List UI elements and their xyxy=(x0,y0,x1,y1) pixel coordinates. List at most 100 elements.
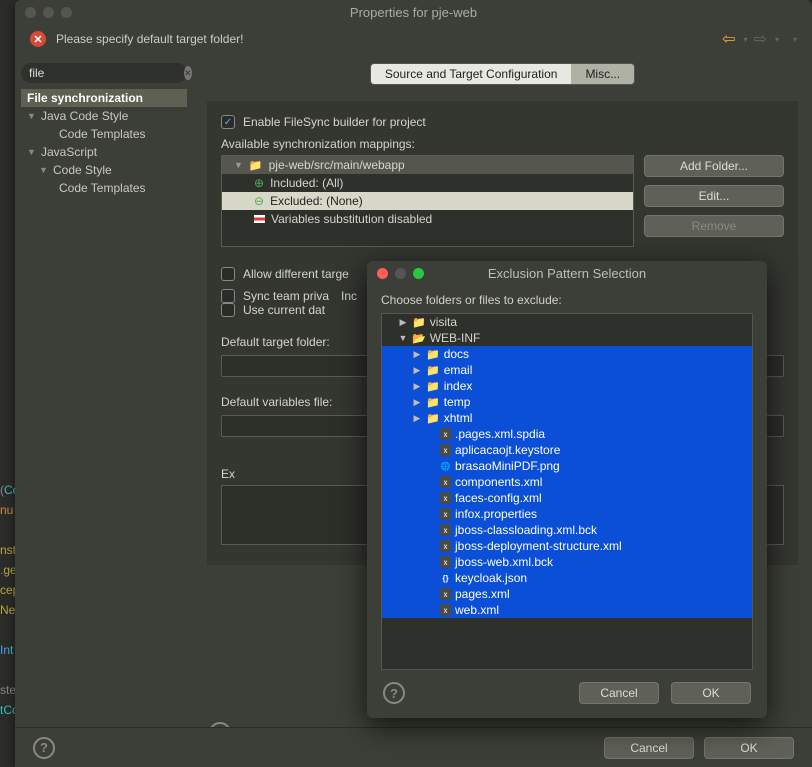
xml-file-icon: x xyxy=(440,476,451,488)
ok-button[interactable]: OK xyxy=(671,682,751,704)
enable-filesync-row[interactable]: Enable FileSync builder for project xyxy=(221,115,784,129)
tree-file[interactable]: xjboss-web.xml.bck xyxy=(382,554,752,570)
avail-label: Available synchronization mappings: xyxy=(221,137,784,151)
exclude-icon: ⊖ xyxy=(254,194,264,208)
folder-icon: 📁 xyxy=(426,348,440,361)
mapping-included[interactable]: ⊕ Included: (All) xyxy=(222,174,633,192)
tab-source-target[interactable]: Source and Target Configuration xyxy=(371,64,572,84)
folder-icon: 📁 xyxy=(426,380,440,393)
json-file-icon: {} xyxy=(440,572,451,584)
ok-button[interactable]: OK xyxy=(704,737,794,759)
header-row: ✕ Please specify default target folder! … xyxy=(15,24,812,63)
xml-file-icon: x xyxy=(440,524,451,536)
folder-icon: 📁 xyxy=(426,364,440,377)
chevron-right-icon: ▶ xyxy=(412,365,422,376)
cancel-button[interactable]: Cancel xyxy=(604,737,694,759)
main-footer: ? Cancel OK xyxy=(15,727,812,767)
filter-input[interactable] xyxy=(29,66,184,80)
file-tree[interactable]: ▶ 📁 visita ▼ 📂 WEB-INF ▶📁docs▶📁email▶📁in… xyxy=(381,313,753,670)
mapping-list[interactable]: ▼ 📁 pje-web/src/main/webapp ⊕ Included: … xyxy=(221,155,634,247)
dialog-subtitle: Choose folders or files to exclude: xyxy=(381,293,753,307)
tree-item-code-templates[interactable]: Code Templates xyxy=(21,125,187,143)
tree-folder-visita[interactable]: ▶ 📁 visita xyxy=(382,314,752,330)
tree-file[interactable]: xjboss-deployment-structure.xml xyxy=(382,538,752,554)
filter-wrap: ✕ xyxy=(21,63,187,83)
dialog-footer: ? Cancel OK xyxy=(367,670,767,718)
edit-button[interactable]: Edit... xyxy=(644,185,784,207)
remove-button[interactable]: Remove xyxy=(644,215,784,237)
mapping-excluded[interactable]: ⊖ Excluded: (None) xyxy=(222,192,633,210)
enable-filesync-checkbox[interactable] xyxy=(221,115,235,129)
use-current-checkbox[interactable] xyxy=(221,303,235,317)
chevron-right-icon: ▶ xyxy=(398,317,408,328)
tree-file[interactable]: xweb.xml xyxy=(382,602,752,618)
image-file-icon: 🌐 xyxy=(440,460,451,472)
enable-filesync-label: Enable FileSync builder for project xyxy=(243,115,426,129)
window-title: Properties for pje-web xyxy=(15,5,812,20)
tree-folder[interactable]: ▶📁temp xyxy=(382,394,752,410)
back-dropdown-icon[interactable]: ▾ xyxy=(744,35,748,44)
include-icon: ⊕ xyxy=(254,176,264,190)
clear-filter-icon[interactable]: ✕ xyxy=(184,66,192,80)
allow-different-checkbox[interactable] xyxy=(221,267,235,281)
variables-icon xyxy=(254,215,265,223)
mapping-root[interactable]: ▼ 📁 pje-web/src/main/webapp xyxy=(222,156,633,174)
dialog-title: Exclusion Pattern Selection xyxy=(367,266,767,281)
folder-icon: 📁 xyxy=(426,396,440,409)
chevron-right-icon: ▶ xyxy=(412,349,422,360)
xml-file-icon: x xyxy=(440,508,451,520)
help-icon[interactable]: ? xyxy=(33,737,55,759)
folder-icon: 📁 xyxy=(249,159,263,172)
folder-icon: 📂 xyxy=(412,332,426,345)
tree-folder-webinf[interactable]: ▼ 📂 WEB-INF xyxy=(382,330,752,346)
forward-arrow-icon: ⇨ xyxy=(754,29,767,49)
chevron-right-icon: ▶ xyxy=(412,397,422,408)
chevron-down-icon: ▼ xyxy=(27,147,37,157)
tree-folder[interactable]: ▶📁index xyxy=(382,378,752,394)
xml-file-icon: x xyxy=(440,492,451,504)
category-tree: File synchronization ▼Java Code Style Co… xyxy=(21,89,187,197)
tree-file[interactable]: xaplicacaojt.keystore xyxy=(382,442,752,458)
tree-file[interactable]: xjboss-classloading.xml.bck xyxy=(382,522,752,538)
chevron-right-icon: ▶ xyxy=(412,413,422,424)
tree-item-file-sync[interactable]: File synchronization xyxy=(21,89,187,107)
tree-file[interactable]: xcomponents.xml xyxy=(382,474,752,490)
tree-item-javascript[interactable]: ▼JavaScript xyxy=(21,143,187,161)
tree-file[interactable]: xfaces-config.xml xyxy=(382,490,752,506)
sync-team-checkbox[interactable] xyxy=(221,289,235,303)
xml-file-icon: x xyxy=(440,588,451,600)
view-menu-icon[interactable]: ▾ xyxy=(793,35,797,44)
folder-icon: 📁 xyxy=(426,412,440,425)
tree-file[interactable]: xpages.xml xyxy=(382,586,752,602)
tree-folder[interactable]: ▶📁email xyxy=(382,362,752,378)
tree-folder[interactable]: ▶📁xhtml xyxy=(382,410,752,426)
error-icon: ✕ xyxy=(30,31,46,47)
nav-arrows: ⇦ ▾ ⇨ ▾ ▾ xyxy=(722,29,797,49)
tab-misc[interactable]: Misc... xyxy=(571,64,634,84)
tree-folder[interactable]: ▶📁docs xyxy=(382,346,752,362)
chevron-down-icon: ▼ xyxy=(234,160,243,170)
tree-file[interactable]: {}keycloak.json xyxy=(382,570,752,586)
tree-item-code-style[interactable]: ▼Code Style xyxy=(21,161,187,179)
tree-file[interactable]: xinfox.properties xyxy=(382,506,752,522)
xml-file-icon: x xyxy=(440,604,451,616)
tree-item-java-code-style[interactable]: ▼Java Code Style xyxy=(21,107,187,125)
tree-item-code-templates-js[interactable]: Code Templates xyxy=(21,179,187,197)
titlebar: Properties for pje-web xyxy=(15,0,812,24)
chevron-right-icon: ▶ xyxy=(412,381,422,392)
sidebar: ✕ File synchronization ▼Java Code Style … xyxy=(15,63,193,760)
tree-file[interactable]: x.pages.xml.spdia xyxy=(382,426,752,442)
exclusion-dialog: Exclusion Pattern Selection Choose folde… xyxy=(367,261,767,718)
tree-file[interactable]: 🌐brasaoMiniPDF.png xyxy=(382,458,752,474)
error-message: Please specify default target folder! xyxy=(56,32,243,46)
tabs: Source and Target Configuration Misc... xyxy=(370,63,635,85)
help-icon[interactable]: ? xyxy=(383,682,405,704)
xml-file-icon: x xyxy=(440,444,451,456)
cancel-button[interactable]: Cancel xyxy=(579,682,659,704)
xml-file-icon: x xyxy=(440,540,451,552)
add-folder-button[interactable]: Add Folder... xyxy=(644,155,784,177)
chevron-down-icon: ▼ xyxy=(27,111,37,121)
forward-dropdown-icon[interactable]: ▾ xyxy=(775,35,779,44)
back-arrow-icon[interactable]: ⇦ xyxy=(722,29,735,49)
mapping-vars[interactable]: Variables substitution disabled xyxy=(222,210,633,228)
